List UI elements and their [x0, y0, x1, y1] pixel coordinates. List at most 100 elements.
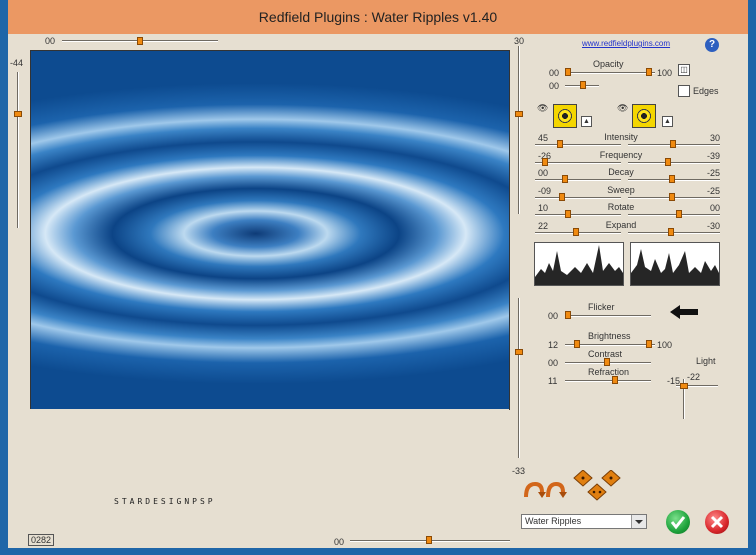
param-left-thumb[interactable]	[565, 210, 571, 218]
param-label: Expand	[605, 220, 637, 230]
opacity-second-value: 00	[549, 81, 560, 91]
param-right-value: -39	[706, 151, 720, 161]
left-slider-thumb[interactable]	[14, 111, 22, 117]
flicker-slider-thumb[interactable]	[565, 311, 571, 319]
website-link[interactable]: www.redfieldplugins.com	[582, 39, 670, 49]
refraction-slider-thumb[interactable]	[612, 376, 618, 384]
opacity-slider-thumb-max[interactable]	[646, 68, 652, 76]
param-right-value: -25	[706, 168, 720, 178]
close-icon	[710, 515, 724, 529]
opacity-label: Opacity	[593, 59, 624, 69]
param-right-thumb[interactable]	[669, 175, 675, 183]
right-slider-thumb-bottom[interactable]	[515, 349, 523, 355]
top-slider-thumb[interactable]	[137, 37, 143, 45]
param-left-value: 00	[538, 168, 549, 178]
eye-icon-left[interactable]: 👁	[537, 103, 548, 114]
right-slider-track-bottom[interactable]	[518, 298, 520, 458]
opacity-toggle-icon[interactable]: ◫	[678, 64, 690, 76]
param-left-thumb[interactable]	[542, 158, 548, 166]
opacity-second-thumb[interactable]	[580, 81, 586, 89]
left-slider-track[interactable]	[17, 72, 19, 228]
tree-icon-left[interactable]: ▲	[581, 116, 592, 127]
counter-box: 0282	[28, 534, 55, 546]
edges-checkbox[interactable]	[678, 85, 690, 97]
title-bar: Redfield Plugins : Water Ripples v1.40	[8, 0, 748, 34]
reset-arrows-icon[interactable]	[523, 480, 567, 502]
cancel-button[interactable]	[705, 510, 729, 534]
param-label: Decay	[608, 167, 634, 177]
contrast-value: 00	[548, 358, 559, 368]
param-left-value: -09	[538, 186, 552, 196]
preview-image[interactable]	[30, 50, 510, 410]
brightness-slider-thumb-max[interactable]	[646, 340, 652, 348]
param-right-thumb[interactable]	[670, 140, 676, 148]
checkmark-icon	[670, 516, 686, 530]
preset-selected: Water Ripples	[525, 516, 582, 526]
param-left-value: 45	[538, 133, 549, 143]
param-left-track[interactable]	[535, 144, 621, 146]
window-title: Redfield Plugins : Water Ripples v1.40	[258, 9, 498, 25]
help-icon[interactable]: ?	[705, 38, 719, 52]
wave-graph-right	[630, 242, 720, 286]
refraction-label: Refraction	[588, 367, 630, 377]
right-slider-track-top[interactable]	[518, 46, 520, 214]
param-right-track[interactable]	[628, 214, 720, 216]
param-right-thumb[interactable]	[665, 158, 671, 166]
brightness-left-value: 12	[548, 340, 559, 350]
arrow-left-icon[interactable]	[670, 305, 698, 321]
param-right-value: 30	[709, 133, 720, 143]
param-right-value: -25	[706, 186, 720, 196]
preset-dropdown[interactable]: Water Ripples	[521, 514, 647, 529]
param-right-thumb[interactable]	[669, 193, 675, 201]
random-dice-icon[interactable]	[573, 469, 621, 508]
preview-canvas-empty: STARDESIGNPSP	[30, 409, 509, 527]
param-left-track[interactable]	[535, 179, 621, 181]
param-label: Sweep	[607, 185, 635, 195]
param-left-track[interactable]	[535, 197, 621, 199]
param-left-thumb[interactable]	[573, 228, 579, 236]
param-right-thumb[interactable]	[676, 210, 682, 218]
top-slider-value: 00	[45, 36, 56, 46]
pattern-swatch-left[interactable]	[553, 104, 577, 128]
brightness-right-value: 100	[657, 340, 673, 350]
param-label: Frequency	[599, 150, 643, 160]
bottom-slider-thumb[interactable]	[426, 536, 432, 544]
brightness-label: Brightness	[588, 331, 631, 341]
contrast-slider-thumb[interactable]	[604, 358, 610, 366]
light-y-value: -22	[687, 372, 701, 382]
right-slider-value: 30	[514, 36, 525, 46]
param-left-track[interactable]	[535, 214, 621, 216]
param-right-value: -30	[706, 221, 720, 231]
light-thumb[interactable]	[680, 383, 688, 389]
param-left-thumb[interactable]	[559, 193, 565, 201]
param-label: Rotate	[607, 202, 635, 212]
watermark-text: STARDESIGNPSP	[114, 497, 216, 506]
light-label: Light	[696, 356, 716, 366]
param-left-thumb[interactable]	[557, 140, 563, 148]
flicker-label: Flicker	[588, 302, 615, 312]
opacity-min: 00	[549, 68, 560, 78]
bottom-slider-value: 00	[334, 537, 345, 547]
tree-icon-right[interactable]: ▲	[662, 116, 673, 127]
param-label: Intensity	[604, 132, 638, 142]
param-right-track[interactable]	[628, 162, 720, 164]
refraction-value: 11	[548, 376, 558, 386]
flicker-value: 00	[548, 311, 559, 321]
opacity-slider-thumb-min[interactable]	[565, 68, 571, 76]
eye-icon-right[interactable]: 👁	[617, 103, 628, 114]
param-right-thumb[interactable]	[668, 228, 674, 236]
param-right-track[interactable]	[628, 232, 720, 234]
opacity-slider-track[interactable]	[565, 72, 655, 74]
left-slider-value: -44	[10, 58, 24, 68]
brightness-slider-thumb-min[interactable]	[574, 340, 580, 348]
param-left-value: 22	[538, 221, 549, 231]
opacity-max: 100	[657, 68, 673, 78]
param-left-thumb[interactable]	[562, 175, 568, 183]
chevron-down-icon[interactable]	[631, 515, 646, 528]
refraction-slider-track[interactable]	[565, 380, 651, 382]
ok-button[interactable]	[666, 510, 690, 534]
pattern-swatch-right[interactable]	[632, 104, 656, 128]
right-slider-thumb-top[interactable]	[515, 111, 523, 117]
client-area: 00 -44 STARDESIGNPSP 30 -33 00 0282 www.…	[8, 34, 748, 548]
flicker-slider-track[interactable]	[565, 315, 651, 317]
